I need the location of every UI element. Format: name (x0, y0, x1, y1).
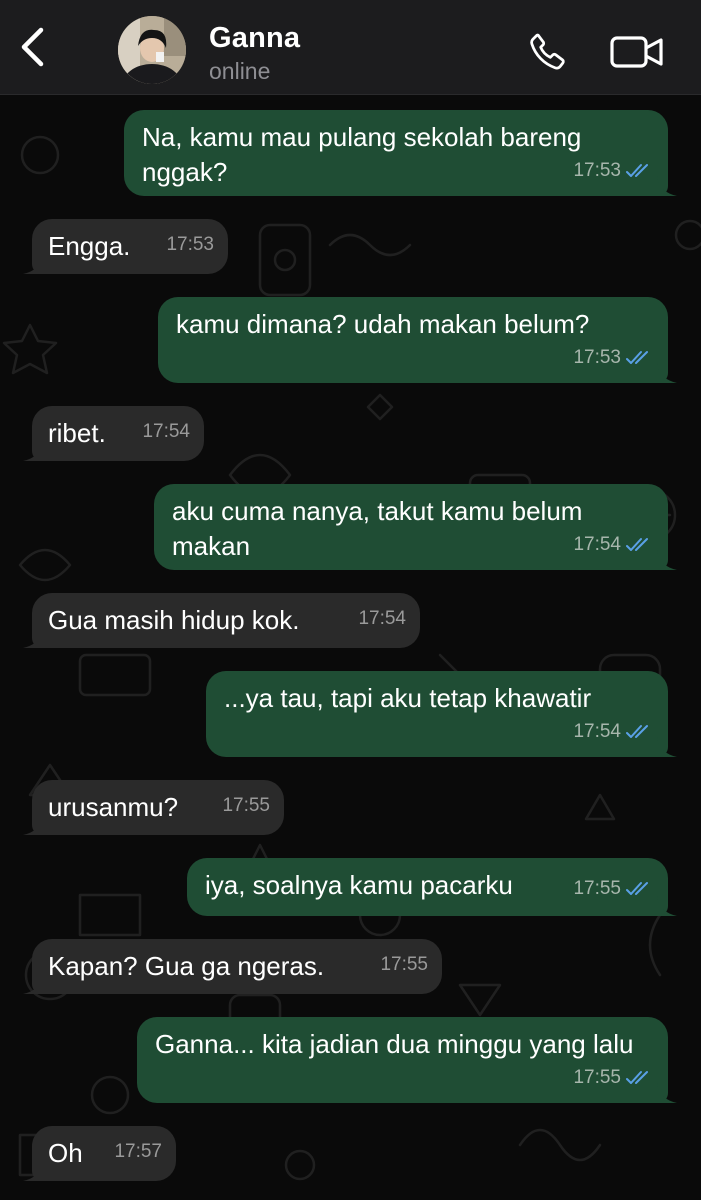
incoming-message[interactable]: ribet. 17:54 (23, 406, 204, 461)
message-text: Gua masih hidup kok. (48, 605, 300, 635)
message-time: 17:53 (573, 347, 621, 368)
outgoing-message[interactable]: Ganna... kita jadian dua minggu yang lal… (137, 1017, 677, 1103)
bubble-tail (23, 1161, 43, 1181)
message-text: iya, soalnya kamu pacarku (205, 870, 513, 900)
read-receipt-icon (626, 350, 654, 366)
message-time: 17:53 (573, 160, 621, 181)
read-receipt-icon (626, 1070, 654, 1086)
message-meta: 17:53 (573, 340, 654, 375)
message-meta: 17:55 (222, 788, 270, 823)
incoming-message[interactable]: Kapan? Gua ga ngeras. 17:55 (23, 939, 442, 994)
read-receipt-icon (626, 163, 654, 179)
bubble-tail (657, 550, 677, 570)
message-list[interactable]: Na, kamu mau pulang sekolah bareng nggak… (0, 95, 701, 1200)
outgoing-message[interactable]: ...ya tau, tapi aku tetap khawatir 17:54 (206, 671, 677, 757)
incoming-message[interactable]: Engga. 17:53 (23, 219, 228, 274)
message-time: 17:57 (114, 1141, 162, 1162)
message-time: 17:55 (380, 954, 428, 975)
message-time: 17:55 (573, 878, 621, 899)
avatar[interactable] (118, 16, 186, 84)
bubble-tail (657, 1083, 677, 1103)
message-text: Engga. (48, 231, 131, 261)
message-text: Oh (48, 1138, 83, 1168)
bubble-tail (23, 815, 43, 835)
message-text: aku cuma nanya, takut kamu belum makan (172, 496, 590, 561)
message-meta: 17:57 (114, 1134, 162, 1169)
bubble-tail (23, 254, 43, 274)
read-receipt-icon (626, 881, 654, 897)
chevron-left-icon (21, 27, 44, 67)
message-meta: 17:53 (166, 227, 214, 262)
bubble-tail (23, 441, 43, 461)
video-call-button[interactable] (605, 28, 669, 76)
message-text: ribet. (48, 418, 106, 448)
message-text: Ganna... kita jadian dua minggu yang lal… (155, 1029, 634, 1059)
message-time: 17:55 (222, 795, 270, 816)
message-meta: 17:54 (142, 414, 190, 449)
incoming-message[interactable]: urusanmu? 17:55 (23, 780, 284, 835)
outgoing-message[interactable]: iya, soalnya kamu pacarku 17:55 (187, 858, 677, 916)
chat-header: Ganna online (0, 0, 701, 95)
bubble-tail (657, 896, 677, 916)
message-text: ...ya tau, tapi aku tetap khawatir (224, 683, 592, 713)
message-time: 17:55 (573, 1067, 621, 1088)
read-receipt-icon (626, 537, 654, 553)
back-button[interactable] (10, 22, 54, 72)
message-meta: 17:55 (380, 947, 428, 982)
outgoing-message[interactable]: kamu dimana? udah makan belum? 17:53 (158, 297, 677, 383)
read-receipt-icon (626, 724, 654, 740)
message-time: 17:53 (166, 234, 214, 255)
outgoing-message[interactable]: aku cuma nanya, takut kamu belum makan 17… (154, 484, 677, 570)
video-camera-icon (610, 36, 663, 68)
message-meta: 17:53 (573, 153, 654, 188)
message-meta: 17:54 (358, 601, 406, 636)
message-text: Kapan? Gua ga ngeras. (48, 951, 325, 981)
message-time: 17:54 (358, 608, 406, 629)
message-meta: 17:55 (573, 1060, 654, 1095)
bubble-tail (23, 974, 43, 994)
chat-screen: Ganna online Na, kamu mau pulang sekolah… (0, 0, 701, 1200)
message-meta: 17:54 (573, 714, 654, 749)
message-text: kamu dimana? udah makan belum? (176, 309, 590, 339)
message-time: 17:54 (573, 534, 621, 555)
incoming-message[interactable]: Gua masih hidup kok. 17:54 (23, 593, 420, 648)
phone-icon (530, 33, 565, 70)
contact-name[interactable]: Ganna (209, 22, 300, 55)
message-text: urusanmu? (48, 792, 179, 822)
message-text: Na, kamu mau pulang sekolah bareng nggak… (142, 122, 589, 187)
bubble-tail (657, 363, 677, 383)
contact-status: online (209, 58, 271, 84)
bubble-tail (657, 737, 677, 757)
message-meta: 17:55 (573, 871, 654, 906)
message-time: 17:54 (142, 421, 190, 442)
bubble-tail (657, 176, 677, 196)
avatar-photo (118, 16, 186, 84)
outgoing-message[interactable]: Na, kamu mau pulang sekolah bareng nggak… (124, 110, 677, 196)
incoming-message[interactable]: Oh 17:57 (23, 1126, 176, 1181)
message-time: 17:54 (573, 721, 621, 742)
bubble-tail (23, 628, 43, 648)
message-meta: 17:54 (573, 527, 654, 562)
voice-call-button[interactable] (522, 28, 574, 76)
